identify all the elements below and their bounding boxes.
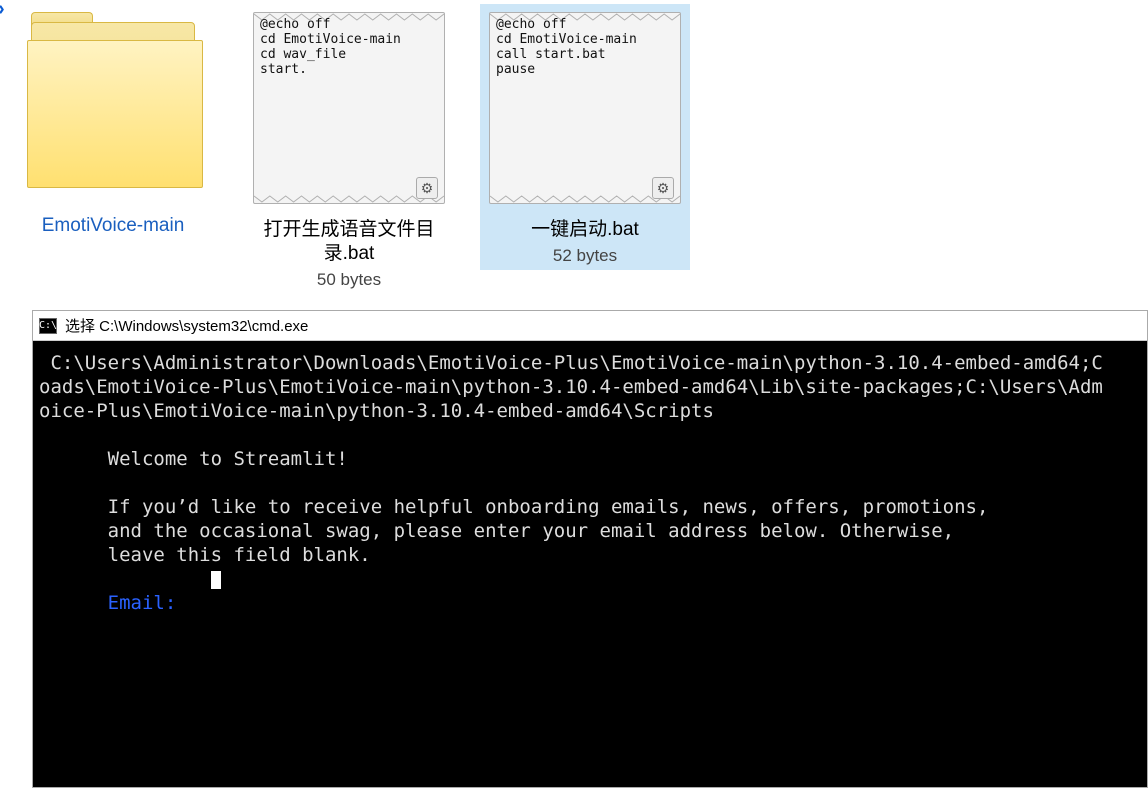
cmd-titlebar[interactable]: C:\ 选择 C:\Windows\system32\cmd.exe [33,311,1147,341]
file-explorer-area: › EmotiVoice-main @echo off cd EmotiVoic… [0,0,1148,314]
cmd-icon: C:\ [39,318,57,334]
cmd-title: 选择 C:\Windows\system32\cmd.exe [65,315,308,336]
bat-preview-text: @echo off cd EmotiVoice-main cd wav_file… [260,17,401,77]
file-label: 打开生成语音文件目录.bat [248,218,450,266]
cmd-window[interactable]: C:\ 选择 C:\Windows\system32\cmd.exe C:\Us… [32,310,1148,788]
gear-icon: ⚙ [416,177,438,199]
share-indicator-icon: › [0,0,5,21]
file-size: 50 bytes [317,270,381,290]
cmd-body[interactable]: C:\Users\Administrator\Downloads\EmotiVo… [33,341,1147,787]
bat-thumbnail: @echo off cd EmotiVoice-main cd wav_file… [253,12,445,204]
bat-preview-text: @echo off cd EmotiVoice-main call start.… [496,17,637,77]
file-item-onekeystart[interactable]: @echo off cd EmotiVoice-main call start.… [480,4,690,270]
folder-item-emotivoice[interactable]: › EmotiVoice-main [8,4,218,242]
file-size: 52 bytes [553,246,617,266]
file-item-openwavdir[interactable]: @echo off cd EmotiVoice-main cd wav_file… [244,4,454,294]
cmd-path-output: C:\Users\Administrator\Downloads\EmotiVo… [39,352,1103,422]
cmd-welcome-line: Welcome to Streamlit! [39,448,348,470]
cmd-body-text: If you’d like to receive helpful onboard… [39,496,988,566]
folder-label: EmotiVoice-main [42,214,185,238]
text-cursor [211,571,221,589]
bat-thumbnail: @echo off cd EmotiVoice-main call start.… [489,12,681,204]
file-label: 一键启动.bat [531,218,639,242]
cmd-email-prompt: Email: [39,592,176,614]
folder-icon [23,12,203,200]
gear-icon: ⚙ [652,177,674,199]
